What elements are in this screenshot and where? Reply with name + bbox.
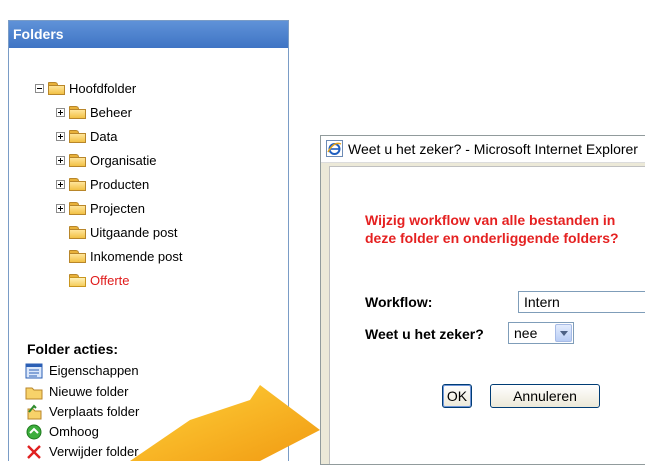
confirm-dialog: Weet u het zeker? - Microsoft Internet E… bbox=[320, 135, 645, 465]
folder-icon bbox=[69, 250, 87, 263]
folder-icon bbox=[48, 82, 66, 95]
workflow-input[interactable] bbox=[518, 291, 645, 313]
tree-node-label[interactable]: Inkomende post bbox=[90, 248, 183, 266]
tree-node-label[interactable]: Organisatie bbox=[90, 152, 156, 170]
folder-icon bbox=[69, 178, 87, 191]
expand-icon[interactable] bbox=[56, 204, 65, 213]
expand-icon[interactable] bbox=[56, 156, 65, 165]
orange-arrow-graphic bbox=[130, 385, 320, 461]
move-folder-icon bbox=[27, 404, 42, 420]
internet-explorer-icon bbox=[326, 140, 343, 157]
action-label: Omhoog bbox=[49, 424, 99, 439]
warning-line: deze folder en onderliggende folders? bbox=[365, 230, 619, 246]
warning-line: Wijzig workflow van alle bestanden in bbox=[365, 212, 616, 228]
tree-node-label[interactable]: Beheer bbox=[90, 104, 132, 122]
folder-icon bbox=[69, 154, 87, 167]
cancel-button[interactable]: Annuleren bbox=[490, 384, 600, 408]
tree-node-label[interactable]: Offerte bbox=[90, 272, 130, 290]
properties-icon bbox=[25, 363, 43, 379]
tree-node-label[interactable]: Uitgaande post bbox=[90, 224, 177, 242]
new-folder-icon bbox=[25, 387, 43, 400]
folder-icon bbox=[69, 202, 87, 215]
tree-node-label[interactable]: Projecten bbox=[90, 200, 145, 218]
collapse-icon[interactable] bbox=[35, 84, 44, 93]
folder-icon bbox=[69, 226, 87, 239]
confirm-select-value: nee bbox=[514, 325, 538, 341]
warning-message: Wijzig workflow van alle bestanden in de… bbox=[365, 211, 619, 247]
open-folder-icon bbox=[69, 274, 87, 287]
expand-icon[interactable] bbox=[56, 108, 65, 117]
dialog-title: Weet u het zeker? - Microsoft Internet E… bbox=[348, 141, 638, 157]
dialog-content: Wijzig workflow van alle bestanden in de… bbox=[329, 166, 645, 464]
ok-button[interactable]: OK bbox=[442, 384, 472, 408]
folder-icon bbox=[69, 130, 87, 143]
tree-node-label[interactable]: Data bbox=[90, 128, 117, 146]
action-omhoog[interactable]: Omhoog bbox=[26, 422, 99, 442]
confirm-select[interactable]: nee bbox=[508, 322, 574, 344]
delete-icon bbox=[27, 445, 41, 459]
tree-node-label[interactable]: Producten bbox=[90, 176, 149, 194]
chevron-down-icon[interactable] bbox=[555, 324, 572, 342]
tree-node-label[interactable]: Hoofdfolder bbox=[69, 80, 136, 98]
workflow-label: Workflow: bbox=[365, 294, 433, 310]
actions-title: Folder acties: bbox=[27, 341, 119, 357]
dialog-titlebar[interactable]: Weet u het zeker? - Microsoft Internet E… bbox=[321, 136, 645, 163]
confirm-label: Weet u het zeker? bbox=[365, 326, 484, 342]
expand-icon[interactable] bbox=[56, 180, 65, 189]
panel-title: Folders bbox=[9, 21, 288, 48]
up-icon bbox=[26, 424, 42, 440]
expand-icon[interactable] bbox=[56, 132, 65, 141]
folder-icon bbox=[69, 106, 87, 119]
